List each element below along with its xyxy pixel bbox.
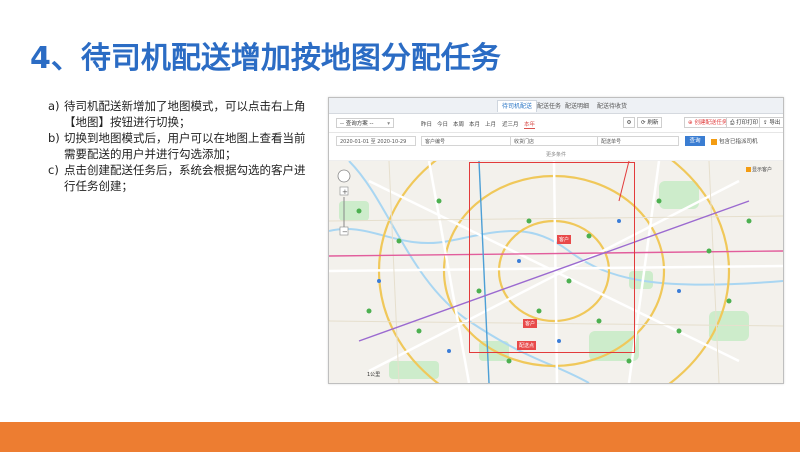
bullet-marker: b) bbox=[48, 131, 60, 145]
legend-label: 显示客户 bbox=[752, 167, 773, 173]
date-this-year[interactable]: 本年 bbox=[524, 120, 536, 129]
checkbox-icon bbox=[711, 138, 717, 145]
bullet-c: c) 点击创建配送任务后，系统会根据勾选的客户进行任务创建； bbox=[48, 162, 310, 194]
app-screenshot: 待司机配送 配送任务 配送明细 配送待收货 -- 查询方案 -- ▾ 昨日 今日… bbox=[328, 97, 784, 384]
toolbar: -- 查询方案 -- ▾ 昨日 今日 本周 本月 上月 近三月 本年 ⚙ ⟳ 刷… bbox=[329, 114, 783, 383]
map-zoom-control[interactable]: + − bbox=[337, 169, 351, 243]
checkbox-icon bbox=[746, 167, 751, 172]
search-button[interactable]: 查询 bbox=[685, 136, 705, 146]
include-assigned-checkbox[interactable]: 包含已指派司机 bbox=[711, 137, 758, 145]
slide-title: 4、待司机配送增加按地图分配任务 bbox=[30, 41, 501, 76]
print-button[interactable]: ⎙ 打印打印 bbox=[726, 117, 763, 128]
top-tab-bar: 待司机配送 配送任务 配送明细 配送待收货 bbox=[329, 98, 783, 114]
print-label: 打印打印 bbox=[736, 120, 759, 126]
date-yesterday[interactable]: 昨日 bbox=[421, 120, 432, 128]
customer-pin[interactable]: 客户 bbox=[523, 319, 538, 328]
bullet-marker: c) bbox=[48, 163, 59, 177]
order-no-field[interactable]: 配送单号 bbox=[597, 136, 679, 146]
zoom-slider-icon[interactable]: + − bbox=[337, 169, 351, 239]
query-scheme-select[interactable]: -- 查询方案 -- ▾ bbox=[336, 118, 394, 128]
select-value: -- 查询方案 -- bbox=[340, 121, 374, 127]
date-today[interactable]: 今日 bbox=[437, 120, 448, 128]
show-customers-toggle[interactable]: 显示客户 bbox=[746, 166, 772, 173]
export-button[interactable]: ⇪ 导出 bbox=[759, 117, 783, 128]
bullet-text: 待司机配送新增加了地图模式，可以点击右上角【地图】按钮进行切换； bbox=[64, 99, 306, 129]
date-this-month[interactable]: 本月 bbox=[469, 120, 480, 128]
tab-pending-delivery[interactable]: 待司机配送 bbox=[497, 100, 538, 112]
svg-text:−: − bbox=[342, 228, 348, 236]
tab-delivery-tasks[interactable]: 配送任务 bbox=[537, 101, 561, 110]
date-last-three-months[interactable]: 近三月 bbox=[502, 120, 519, 128]
settings-gear-icon[interactable]: ⚙ bbox=[623, 117, 635, 128]
bullet-list: a) 待司机配送新增加了地图模式，可以点击右上角【地图】按钮进行切换； b) 切… bbox=[48, 98, 310, 194]
date-this-week[interactable]: 本周 bbox=[453, 120, 464, 128]
chevron-down-icon: ▾ bbox=[387, 121, 390, 127]
bullet-marker: a) bbox=[48, 99, 60, 113]
refresh-button[interactable]: ⟳ 刷新 bbox=[637, 117, 663, 128]
svg-text:+: + bbox=[342, 188, 348, 196]
delivery-point-pin[interactable]: 配送点 bbox=[517, 341, 537, 350]
footer-bar bbox=[0, 422, 800, 452]
filter-row: 2020-01-01 至 2020-10-29 客户编号 收货门店 配送单号 查… bbox=[329, 133, 783, 149]
tab-delivery-details[interactable]: 配送明细 bbox=[565, 101, 589, 110]
bullet-text: 点击创建配送任务后，系统会根据勾选的客户进行任务创建； bbox=[64, 163, 306, 193]
customer-field[interactable]: 客户编号 bbox=[421, 136, 511, 146]
date-range-field[interactable]: 2020-01-01 至 2020-10-29 bbox=[336, 136, 416, 146]
map-scale: 1公里 bbox=[367, 372, 381, 378]
create-label: 创建配送任务 bbox=[694, 120, 728, 126]
bullet-b: b) 切换到地图模式后，用户可以在地图上查看当前需要配送的用户并进行勾选添加； bbox=[48, 130, 310, 162]
export-label: 导出 bbox=[769, 120, 781, 126]
create-delivery-task-button[interactable]: ⊕ 创建配送任务 bbox=[684, 117, 732, 128]
more-conditions-link[interactable]: 更多条件 bbox=[329, 150, 783, 161]
refresh-label: 刷新 bbox=[647, 120, 659, 126]
customer-pin[interactable]: 客户 bbox=[557, 235, 572, 244]
date-last-month[interactable]: 上月 bbox=[485, 120, 496, 128]
store-field[interactable]: 收货门店 bbox=[510, 136, 598, 146]
selected-region-box bbox=[469, 162, 635, 353]
bullet-a: a) 待司机配送新增加了地图模式，可以点击右上角【地图】按钮进行切换； bbox=[48, 98, 310, 130]
include-label: 包含已指派司机 bbox=[719, 139, 758, 145]
map-view[interactable]: + − 显示客户 客户 客户 配送点 1公里 bbox=[329, 161, 783, 383]
bullet-text: 切换到地图模式后，用户可以在地图上查看当前需要配送的用户并进行勾选添加； bbox=[64, 131, 306, 161]
tab-delivery-receipt[interactable]: 配送待收货 bbox=[597, 101, 627, 110]
